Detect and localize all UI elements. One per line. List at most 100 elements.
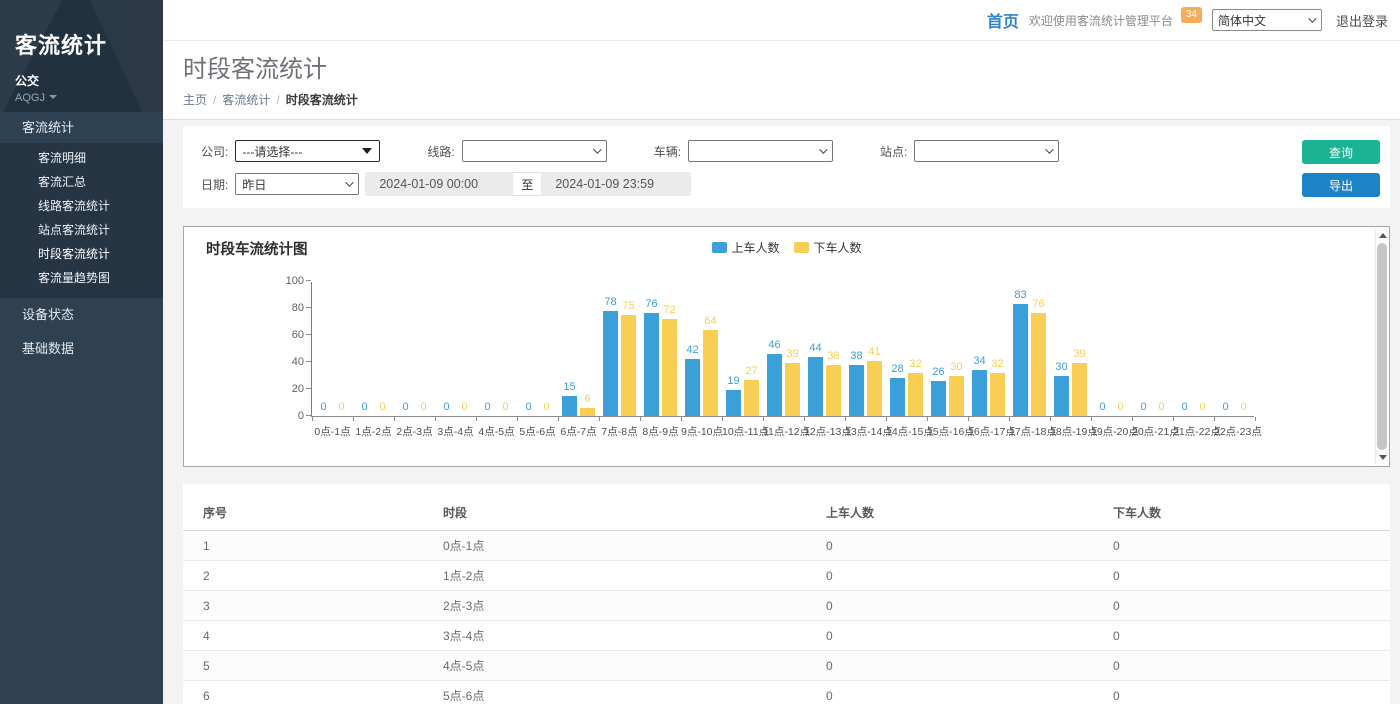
date-from-input[interactable]: 2024-01-09 00:00 — [365, 172, 513, 196]
breadcrumb: 主页 / 客流统计 / 时段客流统计 — [183, 91, 1380, 108]
cell: 0 — [1105, 621, 1390, 651]
y-axis-tick — [306, 415, 311, 416]
breadcrumb-separator: / — [276, 93, 279, 107]
chart-scrollbar[interactable] — [1375, 228, 1388, 465]
column-header: 上车人数 — [818, 496, 1105, 531]
y-axis-tick — [306, 361, 311, 362]
station-select[interactable] — [914, 140, 1059, 162]
date-label: 日期: — [201, 176, 228, 193]
date-to-input[interactable]: 2024-01-09 23:59 — [541, 172, 691, 196]
table-row: 54点-5点00 — [183, 651, 1390, 681]
bar-上车人数 — [849, 365, 864, 416]
x-axis-tick — [845, 417, 846, 421]
y-axis-tick — [306, 334, 311, 335]
vehicle-select[interactable] — [688, 140, 833, 162]
x-axis-label: 2点-3点 — [394, 424, 435, 439]
language-select[interactable]: 简体中文 — [1212, 9, 1322, 31]
x-axis-label: 15点-16点 — [927, 424, 968, 439]
sidebar-item-客流明细[interactable]: 客流明细 — [0, 146, 163, 170]
dropdown-arrow-icon — [362, 148, 372, 154]
x-axis-label: 11点-12点 — [763, 424, 804, 439]
y-axis-label: 0 — [270, 410, 304, 422]
sidebar-header: 客流统计 公交 AQGJ — [0, 0, 163, 112]
date-preset-select[interactable]: 昨日 — [235, 173, 359, 195]
sidebar-item-基础数据[interactable]: 基础数据 — [0, 332, 163, 366]
sidebar-item-线路客流统计[interactable]: 线路客流统计 — [0, 194, 163, 218]
breadcrumb-item[interactable]: 客流统计 — [222, 93, 270, 107]
bar-value-label: 39 — [1064, 348, 1095, 360]
x-axis-tick — [312, 417, 313, 421]
scrollbar-thumb[interactable] — [1377, 243, 1387, 450]
breadcrumb-separator: / — [213, 93, 216, 107]
query-button[interactable]: 查询 — [1302, 140, 1380, 164]
home-link[interactable]: 首页 — [987, 8, 1019, 32]
sidebar-item-客流汇总[interactable]: 客流汇总 — [0, 170, 163, 194]
cell: 0点-1点 — [435, 531, 818, 561]
x-axis-tick — [1050, 417, 1051, 421]
sidebar-item-站点客流统计[interactable]: 站点客流统计 — [0, 218, 163, 242]
bar-下车人数 — [949, 376, 964, 417]
export-button[interactable]: 导出 — [1302, 173, 1380, 197]
user-dropdown[interactable]: AQGJ — [15, 92, 163, 104]
x-axis-label: 12点-13点 — [804, 424, 845, 439]
bar-上车人数 — [603, 311, 618, 416]
scroll-up-icon[interactable] — [1379, 233, 1387, 238]
user-name: AQGJ — [15, 92, 45, 104]
sidebar-item-客流统计[interactable]: 客流统计 — [0, 112, 163, 143]
table-row: 10点-1点00 — [183, 531, 1390, 561]
sidebar-nav: 客流统计客流明细客流汇总线路客流统计站点客流统计时段客流统计客流量趋势图设备状态… — [0, 112, 163, 366]
column-header: 序号 — [183, 496, 435, 531]
main-column: 首页 欢迎使用客流统计管理平台 34 简体中文 退出登录 时段客流统计 主页/客… — [163, 0, 1400, 704]
filter-row-selects: 公司: ---请选择--- 线路: 车辆: 站点: — [201, 140, 1372, 162]
org-label: 公交 — [15, 72, 163, 89]
cell: 2点-3点 — [435, 591, 818, 621]
filter-buttons: 查询 导出 — [1302, 140, 1380, 197]
chevron-down-icon — [593, 145, 601, 153]
legend-entry: 下车人数 — [794, 239, 862, 256]
company-select[interactable]: ---请选择--- — [235, 140, 380, 162]
x-axis-label: 20点-21点 — [1132, 424, 1173, 439]
legend-label: 下车人数 — [814, 239, 862, 256]
x-axis-tick — [558, 417, 559, 421]
x-axis-label: 9点-10点 — [681, 424, 722, 439]
cell: 2 — [183, 561, 435, 591]
logout-link[interactable]: 退出登录 — [1336, 11, 1388, 30]
table-row: 43点-4点00 — [183, 621, 1390, 651]
y-axis-tick — [306, 388, 311, 389]
legend-swatch — [794, 242, 809, 253]
cell: 5 — [183, 651, 435, 681]
sidebar-item-客流量趋势图[interactable]: 客流量趋势图 — [0, 266, 163, 290]
bar-下车人数 — [826, 365, 841, 416]
bar-上车人数 — [808, 357, 823, 416]
bar-下车人数 — [621, 315, 636, 416]
cell: 0 — [1105, 561, 1390, 591]
chevron-down-icon — [346, 178, 354, 186]
x-axis-tick — [968, 417, 969, 421]
x-axis-tick — [599, 417, 600, 421]
breadcrumb-item[interactable]: 主页 — [183, 93, 207, 107]
bar-上车人数 — [644, 313, 659, 416]
x-axis-tick — [681, 417, 682, 421]
x-axis-label: 21点-22点 — [1173, 424, 1214, 439]
x-axis-tick — [640, 417, 641, 421]
notification-badge[interactable]: 34 — [1181, 7, 1202, 23]
bar-上车人数 — [1013, 304, 1028, 416]
x-axis-label: 6点-7点 — [558, 424, 599, 439]
y-axis-label: 100 — [270, 275, 304, 287]
cell: 0 — [1105, 531, 1390, 561]
x-axis-tick — [927, 417, 928, 421]
x-axis-tick — [886, 417, 887, 421]
bar-下车人数 — [580, 408, 595, 416]
bar-value-label: 0 — [1228, 401, 1259, 413]
vehicle-label: 车辆: — [654, 143, 681, 160]
sidebar-item-设备状态[interactable]: 设备状态 — [0, 298, 163, 332]
table-row: 21点-2点00 — [183, 561, 1390, 591]
scroll-down-icon[interactable] — [1379, 455, 1387, 460]
bar-value-label: 72 — [654, 304, 685, 316]
sidebar-item-时段客流统计[interactable]: 时段客流统计 — [0, 242, 163, 266]
bar-下车人数 — [990, 373, 1005, 416]
x-axis-tick — [1173, 417, 1174, 421]
x-axis-tick — [1255, 417, 1256, 421]
breadcrumb-item: 时段客流统计 — [286, 93, 358, 107]
line-select[interactable] — [462, 140, 607, 162]
